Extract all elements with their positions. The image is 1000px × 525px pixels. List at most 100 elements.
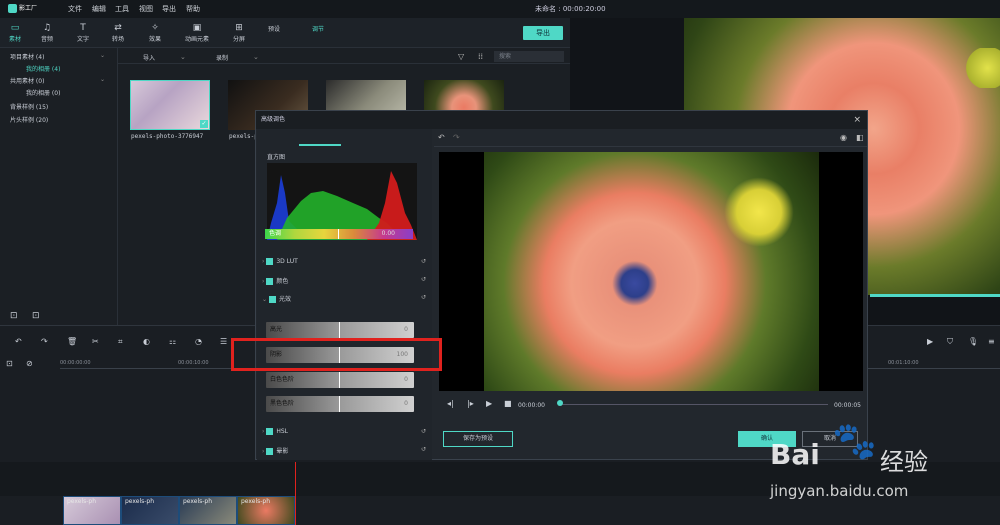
tab-label: 音频: [40, 36, 53, 43]
delete-icon[interactable]: 🗑: [67, 337, 77, 346]
green-screen-icon[interactable]: ⚏: [169, 337, 176, 346]
thumb-caption: pexels-p: [229, 133, 258, 140]
chevron-down-icon[interactable]: ⌄: [100, 52, 105, 59]
cut-icon[interactable]: ✂: [92, 337, 99, 346]
menu-view[interactable]: 视图: [139, 4, 153, 14]
eye-icon[interactable]: ◉: [840, 133, 847, 142]
color-icon[interactable]: ◐: [143, 337, 150, 346]
clip-label: pexels-ph: [67, 498, 97, 505]
tab-elements[interactable]: ▣ 动画元素: [182, 22, 212, 43]
remove-folder-icon[interactable]: ⊡: [32, 311, 40, 321]
step-back-icon[interactable]: ◂|: [447, 399, 454, 408]
add-track-icon[interactable]: ⊡: [6, 359, 13, 368]
reset-icon[interactable]: ↺: [421, 428, 426, 435]
checkbox[interactable]: [266, 428, 274, 435]
mic-icon[interactable]: 🎙: [968, 337, 978, 346]
sidebar-item-project-media[interactable]: 项目素材 (4): [10, 52, 44, 61]
redo-icon[interactable]: ↷: [41, 337, 48, 346]
menu-help[interactable]: 帮助: [186, 4, 200, 14]
black-level-slider[interactable]: 黑色色阶 0: [266, 396, 414, 412]
grid-view-icon[interactable]: ⁞⁞: [478, 52, 483, 61]
timeline-clip[interactable]: pexels-ph: [121, 496, 179, 525]
tab-effects[interactable]: ✧ 效果: [140, 22, 170, 43]
timeline-clip[interactable]: pexels-ph: [237, 496, 295, 525]
tab-label: 素材: [8, 36, 21, 43]
section-3d-lut[interactable]: › 3D LUT ↺: [262, 258, 432, 270]
reset-icon[interactable]: ↺: [421, 294, 426, 301]
reset-icon[interactable]: ↺: [421, 276, 426, 283]
tab-text[interactable]: T 文字: [68, 22, 98, 43]
export-button[interactable]: 导出: [523, 26, 563, 40]
hue-handle[interactable]: [338, 229, 339, 239]
tab-audio[interactable]: ♫ 音频: [32, 22, 62, 43]
section-color[interactable]: › 颜色 ↺: [262, 276, 432, 288]
timeline-clip[interactable]: pexels-ph: [179, 496, 237, 525]
menu-file[interactable]: 文件: [68, 4, 82, 14]
step-forward-icon[interactable]: |▸: [467, 399, 474, 408]
slider-handle[interactable]: [339, 322, 340, 338]
sidebar-item-my-album[interactable]: 我的相册 (4): [26, 64, 60, 73]
playhead[interactable]: [295, 462, 296, 525]
record-dropdown[interactable]: 录制: [216, 53, 228, 62]
undo-icon[interactable]: ↶: [438, 133, 445, 142]
media-sidebar: 项目素材 (4) 我的相册 (4) 共用素材 (0) 我的相册 (0) 背景样例…: [0, 48, 118, 325]
slider-handle[interactable]: [339, 396, 340, 412]
link-icon[interactable]: ⊘: [26, 359, 33, 368]
sidebar-item-intros[interactable]: 片头样例 (20): [10, 115, 48, 124]
white-level-slider[interactable]: 白色色阶 0: [266, 372, 414, 388]
save-preset-button[interactable]: 保存为预设: [443, 431, 513, 447]
speed-icon[interactable]: ◔: [195, 337, 202, 346]
chevron-down-icon[interactable]: ⌄: [100, 76, 105, 83]
crop-icon[interactable]: ⌗: [118, 337, 123, 347]
play-icon[interactable]: ▶: [486, 399, 492, 408]
redo-icon[interactable]: ↷: [453, 133, 460, 142]
menu-tools[interactable]: 工具: [115, 4, 129, 14]
check-icon: ✓: [200, 120, 208, 128]
import-dropdown[interactable]: 导入: [143, 53, 155, 62]
tab-label: 动画元素: [184, 36, 209, 43]
media-thumbnail[interactable]: ✓: [130, 80, 210, 130]
play-icon[interactable]: ▶: [927, 337, 933, 346]
scrub-bar[interactable]: [560, 404, 828, 405]
tab-transition[interactable]: ⇄ 转场: [103, 22, 133, 43]
playback-bar: ◂| |▸ ▶ ■ 00:00:00 00:00:05: [440, 398, 863, 412]
reset-icon[interactable]: ↺: [421, 258, 426, 265]
checkbox[interactable]: [266, 448, 274, 455]
undo-icon[interactable]: ↶: [15, 337, 22, 346]
close-icon[interactable]: ×: [853, 111, 861, 129]
section-hsl[interactable]: › HSL ↺: [262, 428, 432, 440]
tab-media[interactable]: ▭ 素材: [0, 22, 30, 43]
hue-slider[interactable]: 色调 0.00: [265, 229, 413, 239]
checkbox[interactable]: [266, 278, 274, 285]
shield-icon[interactable]: ⛉: [947, 337, 953, 347]
scrub-handle[interactable]: [557, 400, 563, 406]
menu-export[interactable]: 导出: [162, 4, 176, 14]
sidebar-item-shared-media[interactable]: 共用素材 (0): [10, 76, 44, 85]
reset-icon[interactable]: ↺: [421, 446, 426, 453]
timeline-clip[interactable]: pexels-ph: [63, 496, 121, 525]
tab-adjust[interactable]: 调节: [312, 24, 324, 33]
add-folder-icon[interactable]: ⊡: [10, 311, 18, 321]
section-light[interactable]: ⌄ 光效 ↺: [262, 294, 432, 306]
adjust-icon[interactable]: ☰: [220, 337, 227, 346]
list-icon[interactable]: ≡: [988, 337, 995, 346]
checkbox[interactable]: [266, 258, 274, 265]
tab-presets[interactable]: 预设: [268, 24, 280, 33]
sidebar-item-my-album-shared[interactable]: 我的相册 (0): [26, 88, 60, 97]
watermark-brand: Bai: [770, 438, 820, 471]
menu-edit[interactable]: 编辑: [92, 4, 106, 14]
stop-icon[interactable]: ■: [504, 399, 512, 408]
checkbox[interactable]: [268, 296, 276, 303]
tab-splitscreen[interactable]: ⊞ 分屏: [224, 22, 254, 43]
sidebar-item-backgrounds[interactable]: 背景样例 (15): [10, 102, 48, 111]
compare-icon[interactable]: ◧: [856, 133, 864, 142]
highlight-slider[interactable]: 高光 0: [266, 322, 414, 338]
slider-handle[interactable]: [339, 372, 340, 388]
chevron-down-icon[interactable]: ⌄: [253, 53, 259, 61]
preview-progress-bar[interactable]: [870, 294, 1000, 297]
search-input[interactable]: 搜索: [494, 51, 564, 62]
section-vignette[interactable]: › 晕影 ↺: [262, 446, 432, 458]
annotation-highlight-box: [231, 338, 442, 371]
chevron-down-icon[interactable]: ⌄: [180, 53, 186, 61]
filter-icon[interactable]: ▽: [458, 52, 464, 61]
